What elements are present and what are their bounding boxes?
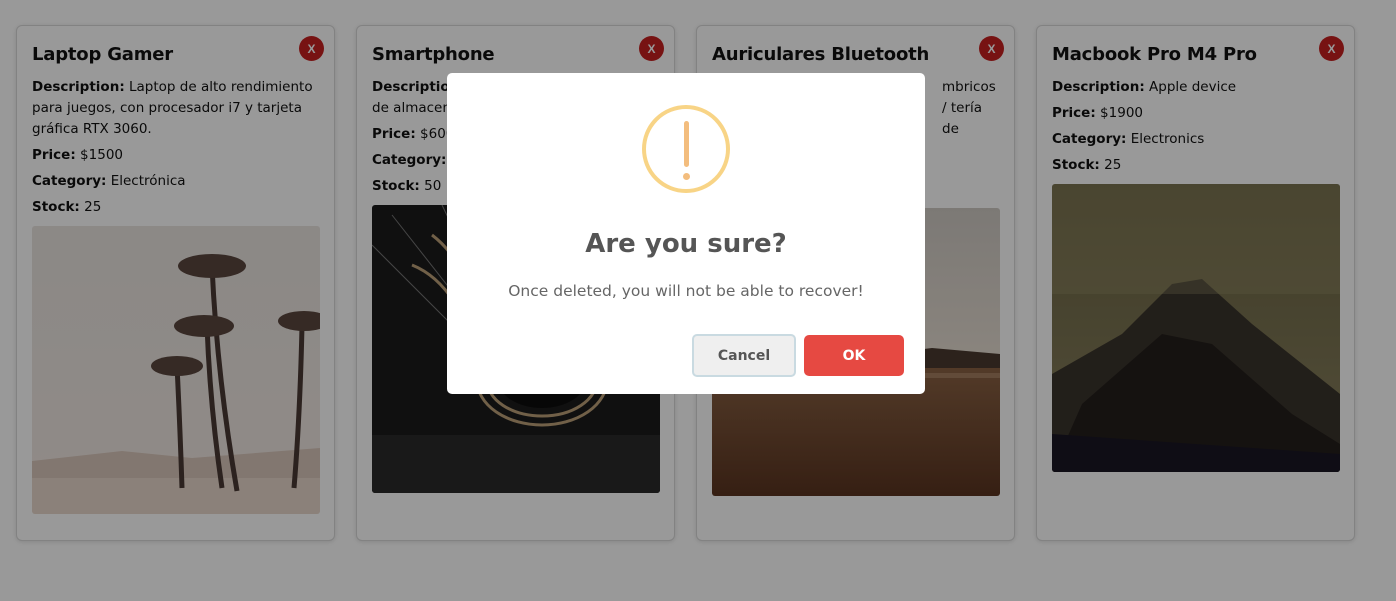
dialog-title: Are you sure?: [585, 229, 787, 259]
warning-icon: [642, 105, 730, 193]
confirm-dialog: Are you sure? Once deleted, you will not…: [447, 73, 925, 394]
cancel-button[interactable]: Cancel: [692, 334, 796, 377]
dialog-text: Once deleted, you will not be able to re…: [508, 282, 864, 300]
ok-button[interactable]: OK: [804, 335, 904, 376]
